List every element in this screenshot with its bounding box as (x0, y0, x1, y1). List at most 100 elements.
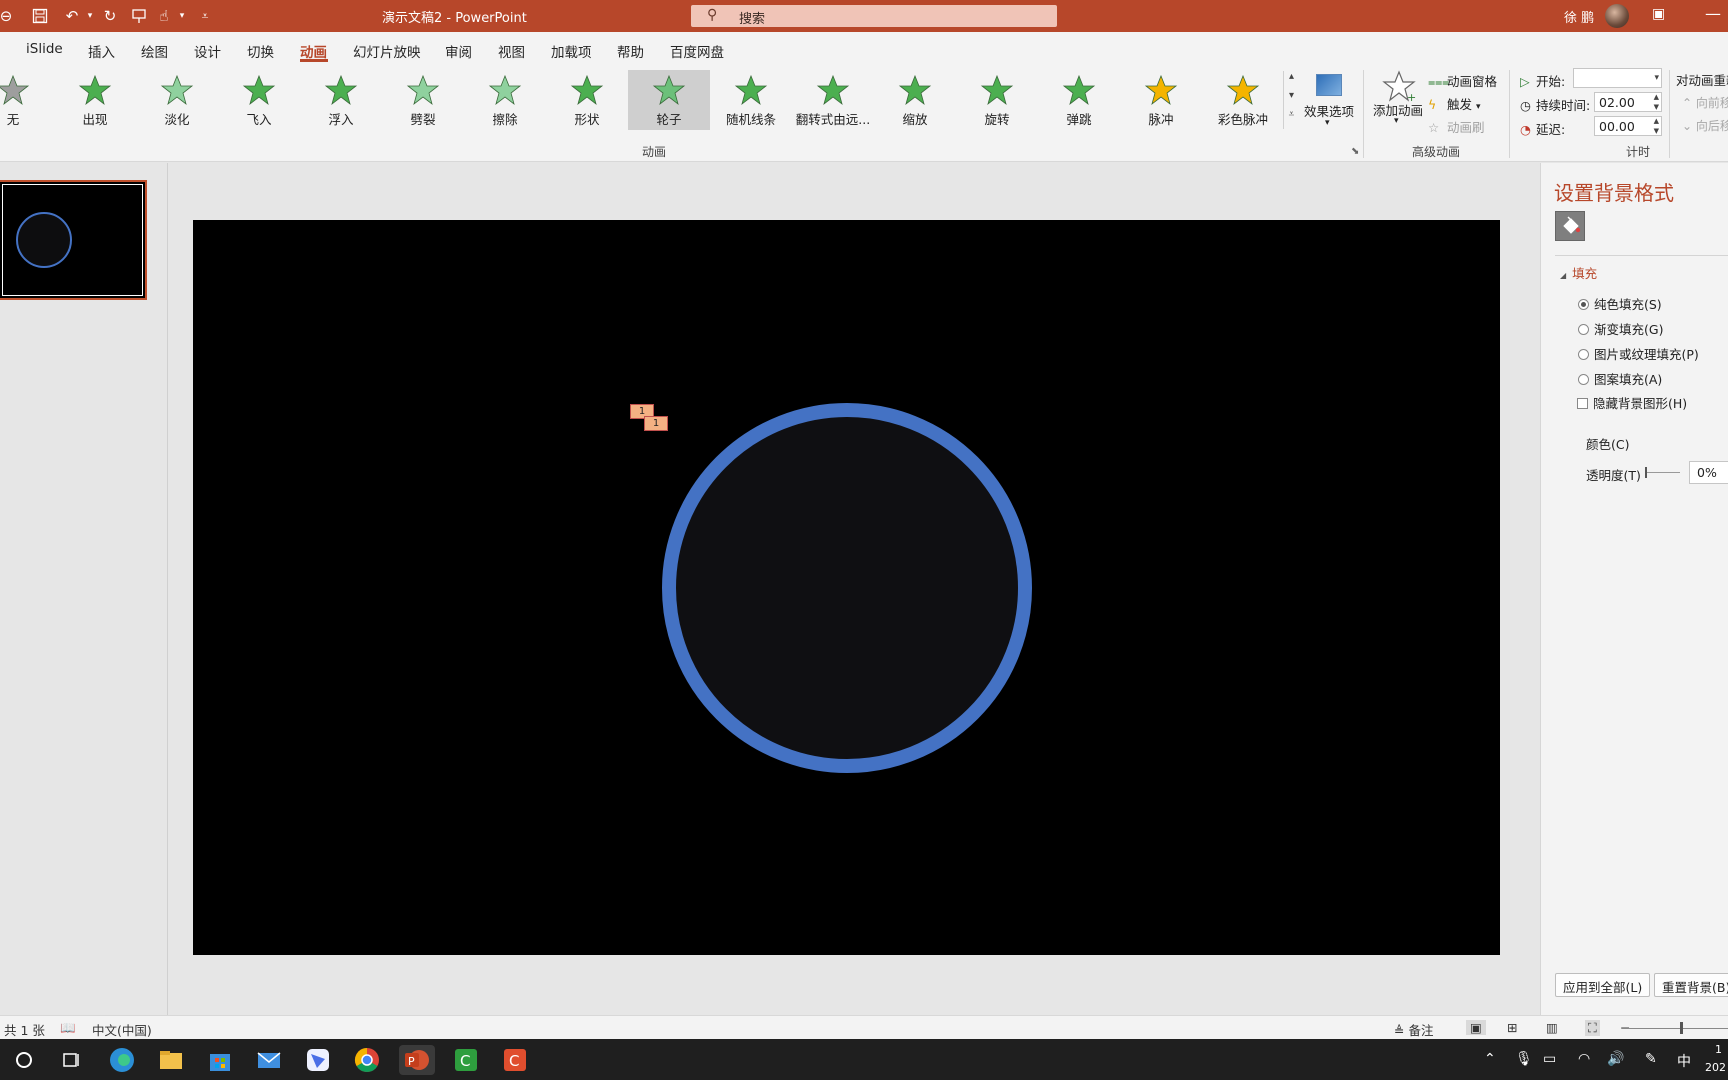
transparency-input[interactable]: 0% (1689, 461, 1728, 484)
animation-effect-fly-in[interactable]: 飞入 (218, 70, 300, 130)
slide-show-icon[interactable]: ⛶ (1585, 1020, 1600, 1036)
minimize-icon[interactable]: — (1705, 4, 1721, 23)
transparency-slider[interactable] (1645, 467, 1680, 478)
zoom-slider[interactable] (1628, 1028, 1728, 1029)
clock-date[interactable]: 202 (1705, 1061, 1726, 1074)
slider-thumb[interactable] (1645, 467, 1647, 478)
animation-effect-color-pulse[interactable]: 彩色脉冲 (1202, 70, 1284, 130)
recorder-icon[interactable]: C (500, 1045, 530, 1075)
microphone-icon[interactable]: 🎙 (1515, 1051, 1533, 1067)
picture-fill-option[interactable]: 图片或纹理填充(P) (1578, 344, 1699, 363)
spinner-icon[interactable]: ▲ ▼ (1654, 116, 1659, 136)
radio-button-checked[interactable] (1578, 299, 1589, 310)
language-indicator[interactable]: 中文(中国) (92, 1020, 152, 1039)
solid-fill-option[interactable]: 纯色填充(S) (1578, 294, 1662, 313)
reading-view-icon[interactable]: ▥ (1546, 1020, 1558, 1035)
gallery-scroll-up-icon[interactable]: ▴ (1284, 71, 1299, 90)
file-explorer-icon[interactable] (156, 1045, 186, 1075)
tab-draw[interactable]: 绘图 (141, 41, 168, 61)
animation-effect-float-in[interactable]: 浮入 (300, 70, 382, 130)
zoom-slider-thumb[interactable] (1680, 1022, 1683, 1034)
tab-view[interactable]: 视图 (498, 41, 525, 61)
radio-button[interactable] (1578, 349, 1589, 360)
checkbox[interactable] (1577, 398, 1588, 409)
animation-effect-wipe[interactable]: 擦除 (464, 70, 546, 130)
fill-section-header[interactable]: ◢ 填充 (1560, 263, 1597, 282)
animation-effect-pulse[interactable]: 脉冲 (1120, 70, 1202, 130)
ime-indicator[interactable]: 中 (1677, 1051, 1691, 1071)
spinner-icon[interactable]: ▲ ▼ (1654, 92, 1659, 112)
network-icon[interactable]: ◠ (1578, 1051, 1590, 1067)
trigger-button[interactable]: ϟ 触发 ▾ (1428, 94, 1481, 113)
tab-insert[interactable]: 插入 (88, 41, 115, 61)
search-icon[interactable] (9, 1045, 39, 1075)
present-icon[interactable] (127, 4, 151, 28)
animation-effect-random-bars[interactable]: 随机线条 (710, 70, 792, 130)
tab-help[interactable]: 帮助 (617, 41, 644, 61)
fill-bucket-icon[interactable] (1555, 211, 1585, 241)
pattern-fill-option[interactable]: 图案填充(A) (1578, 369, 1662, 388)
apply-to-all-button[interactable]: 应用到全部(L) (1555, 973, 1651, 997)
tab-add-ins[interactable]: 加载项 (551, 41, 592, 61)
animation-order-tag[interactable]: 1 (644, 416, 668, 431)
feishu-icon[interactable] (303, 1045, 333, 1075)
effect-options-button[interactable]: 效果选项 ▾ (1300, 70, 1358, 130)
animation-painter-button[interactable]: ☆ 动画刷 (1428, 117, 1485, 136)
animation-effect-shape[interactable]: 形状 (546, 70, 628, 130)
camtasia-icon[interactable]: C (451, 1045, 481, 1075)
animation-effect-none[interactable]: 无 (0, 70, 54, 130)
tab-design[interactable]: 设计 (194, 41, 221, 61)
animation-effect-wheel[interactable]: 轮子 (628, 70, 710, 130)
show-hidden-icons-icon[interactable]: ⌃ (1484, 1051, 1496, 1067)
duration-input[interactable]: 02.00 ▲ ▼ (1594, 92, 1662, 112)
animation-effect-swivel[interactable]: 旋转 (956, 70, 1038, 130)
search-box[interactable]: ⚲ 搜索 (691, 5, 1057, 27)
save-icon[interactable] (28, 4, 52, 28)
chrome-icon[interactable] (352, 1045, 382, 1075)
circle-shape[interactable] (662, 403, 1032, 773)
edge-icon[interactable] (107, 1045, 137, 1075)
clock-time[interactable]: 1 (1715, 1043, 1722, 1056)
store-icon[interactable] (205, 1045, 235, 1075)
customize-quick-access-icon[interactable]: ⩡ (193, 4, 217, 28)
animation-effect-fade[interactable]: 淡化 (136, 70, 218, 130)
animation-effect-grow-turn[interactable]: 翻转式由远... (792, 70, 874, 130)
animation-effect-appear[interactable]: 出现 (54, 70, 136, 130)
gallery-more-icon[interactable]: ⩡ (1284, 109, 1299, 128)
slide-canvas[interactable]: 1 1 (193, 220, 1500, 955)
start-dropdown[interactable]: ▾ (1573, 68, 1662, 88)
animation-effect-zoom[interactable]: 缩放 (874, 70, 956, 130)
gallery-scroll-down-icon[interactable]: ▾ (1284, 90, 1299, 109)
pen-icon[interactable]: ✎ (1645, 1051, 1657, 1067)
powerpoint-icon[interactable]: P (399, 1045, 435, 1075)
tab-transitions[interactable]: 切换 (247, 41, 274, 61)
move-later-button[interactable]: ⌄ 向后移 (1682, 117, 1728, 134)
tab-islide[interactable]: iSlide (26, 41, 63, 57)
tab-baidu-netdisk[interactable]: 百度网盘 (670, 41, 724, 61)
user-name[interactable]: 徐 鹏 (1564, 7, 1594, 26)
notes-button[interactable]: ≜ 备注 (1394, 1020, 1433, 1039)
autosave-icon[interactable]: ⊖ (0, 4, 18, 28)
delay-input[interactable]: 00.00 ▲ ▼ (1594, 116, 1662, 136)
animation-effect-split[interactable]: 劈裂 (382, 70, 464, 130)
volume-icon[interactable]: 🔊 (1607, 1051, 1624, 1067)
radio-button[interactable] (1578, 324, 1589, 335)
gradient-fill-option[interactable]: 渐变填充(G) (1578, 319, 1663, 338)
animation-pane-button[interactable]: ⩶动画窗格 (1428, 71, 1497, 90)
ribbon-display-options-icon[interactable]: ▣ (1652, 6, 1665, 22)
slide-sorter-icon[interactable]: ⊞ (1507, 1020, 1517, 1035)
add-animation-button[interactable]: + 添加动画 ▾ (1370, 70, 1426, 140)
tab-animations[interactable]: 动画 (300, 41, 327, 61)
hide-background-graphics-option[interactable]: 隐藏背景图形(H) (1577, 393, 1687, 412)
reset-background-button[interactable]: 重置背景(B) (1654, 973, 1728, 997)
task-view-icon[interactable] (56, 1045, 86, 1075)
normal-view-icon[interactable]: ▣ (1466, 1020, 1486, 1035)
tab-slide-show[interactable]: 幻灯片放映 (353, 41, 421, 61)
radio-button[interactable] (1578, 374, 1589, 385)
dialog-launcher-icon[interactable]: ⬊ (1351, 146, 1359, 157)
redo-icon[interactable]: ↻ (98, 4, 122, 28)
animation-effect-bounce[interactable]: 弹跳 (1038, 70, 1120, 130)
mail-icon[interactable] (254, 1045, 284, 1075)
tab-review[interactable]: 审阅 (445, 41, 472, 61)
spell-check-icon[interactable]: 📖 (60, 1020, 76, 1036)
